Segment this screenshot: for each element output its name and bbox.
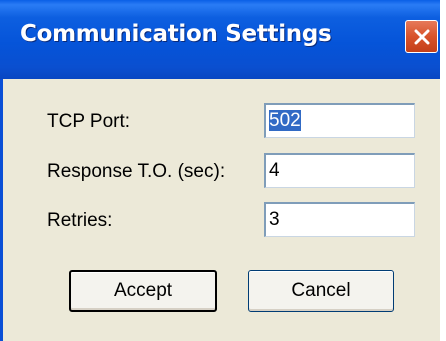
retries-input[interactable]: 3: [264, 202, 415, 237]
tcp-port-label: TCP Port:: [47, 111, 131, 132]
tcp-port-value: 502: [269, 110, 301, 131]
dialog-body: TCP Port: 502 Response T.O. (sec): 4 Ret…: [3, 79, 443, 341]
dialog-title: Communication Settings: [20, 21, 332, 47]
response-timeout-label: Response T.O. (sec):: [47, 161, 226, 182]
accept-button[interactable]: Accept: [69, 270, 217, 312]
response-timeout-input[interactable]: 4: [264, 153, 415, 188]
window-edge: [440, 0, 446, 341]
close-button[interactable]: [405, 20, 438, 53]
title-bar[interactable]: Communication Settings: [0, 0, 446, 79]
communication-settings-dialog: Communication Settings TCP Port: 502 Res…: [0, 0, 446, 341]
tcp-port-input[interactable]: 502: [264, 103, 415, 138]
cancel-button[interactable]: Cancel: [248, 270, 394, 312]
retries-label: Retries:: [47, 210, 113, 231]
